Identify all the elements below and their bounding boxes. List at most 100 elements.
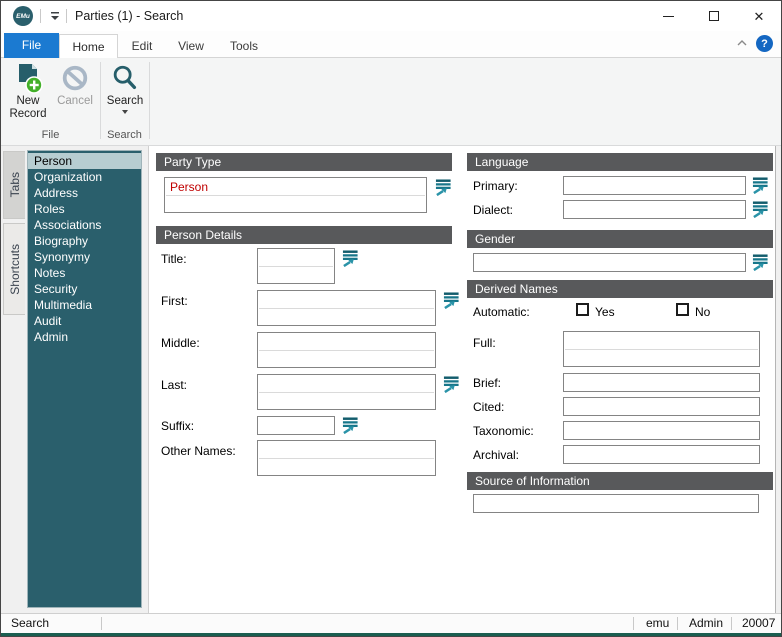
gender-input[interactable] xyxy=(473,253,746,272)
sidebar-item-notes[interactable]: Notes xyxy=(28,265,141,281)
archival-input[interactable] xyxy=(563,445,760,464)
status-port: 20007 xyxy=(742,614,775,633)
suffix-lookup-icon[interactable] xyxy=(342,417,359,434)
cited-input[interactable] xyxy=(563,397,760,416)
status-group: Admin xyxy=(689,614,723,633)
maximize-button[interactable] xyxy=(691,1,737,31)
gender-lookup-icon[interactable] xyxy=(752,254,769,271)
sidebar-item-synonymy[interactable]: Synonymy xyxy=(28,249,141,265)
search-form: Party Type Person Person Details Title: … xyxy=(148,146,776,613)
vertical-tab-shortcuts[interactable]: Shortcuts xyxy=(3,223,25,315)
sidebar-item-security[interactable]: Security xyxy=(28,281,141,297)
brief-label: Brief: xyxy=(473,376,501,390)
other-names-label: Other Names: xyxy=(161,444,236,458)
middle-label: Middle: xyxy=(161,336,200,350)
title-bar: EMu Parties (1) - Search ✕ xyxy=(1,1,781,31)
sidebar-item-person[interactable]: Person xyxy=(28,153,141,169)
archival-label: Archival: xyxy=(473,448,519,462)
party-type-input[interactable]: Person xyxy=(164,177,427,213)
sidebar-item-organization[interactable]: Organization xyxy=(28,169,141,185)
dialect-lookup-icon[interactable] xyxy=(752,201,769,218)
taxonomic-label: Taxonomic: xyxy=(473,424,534,438)
section-header-source: Source of Information xyxy=(467,472,773,490)
title-input[interactable] xyxy=(257,248,335,284)
sidebar-item-audit[interactable]: Audit xyxy=(28,313,141,329)
tab-edit[interactable]: Edit xyxy=(118,34,166,58)
cancel-icon xyxy=(60,61,90,95)
source-input[interactable] xyxy=(473,494,759,513)
sidebar-item-address[interactable]: Address xyxy=(28,185,141,201)
brief-input[interactable] xyxy=(563,373,760,392)
close-button[interactable]: ✕ xyxy=(736,1,782,31)
automatic-no-checkbox[interactable] xyxy=(676,303,689,316)
party-type-lookup-icon[interactable] xyxy=(435,179,452,196)
minimize-icon xyxy=(663,16,674,17)
sidebar-item-roles[interactable]: Roles xyxy=(28,201,141,217)
collapse-ribbon-icon[interactable] xyxy=(737,40,747,46)
last-lookup-icon[interactable] xyxy=(443,376,460,393)
main-area: Tabs Shortcuts Person Organization Addre… xyxy=(1,146,781,613)
tab-file[interactable]: File xyxy=(4,33,59,58)
cancel-button[interactable]: Cancel xyxy=(53,61,97,129)
titlebar-divider xyxy=(40,9,41,23)
close-icon: ✕ xyxy=(754,10,765,23)
primary-lookup-icon[interactable] xyxy=(752,177,769,194)
sidebar-item-admin[interactable]: Admin xyxy=(28,329,141,345)
title-label: Title: xyxy=(161,252,187,266)
group-divider xyxy=(149,62,150,139)
section-header-person-details: Person Details xyxy=(156,226,452,244)
titlebar-divider xyxy=(66,9,67,23)
help-button[interactable]: ? xyxy=(756,35,773,52)
minimize-button[interactable] xyxy=(645,1,691,31)
search-button[interactable]: Search xyxy=(103,61,147,129)
sidebar-item-biography[interactable]: Biography xyxy=(28,233,141,249)
full-input[interactable] xyxy=(563,331,760,367)
automatic-label: Automatic: xyxy=(473,305,530,319)
first-input[interactable] xyxy=(257,290,436,326)
search-icon xyxy=(110,61,140,95)
vertical-tab-tabs-label: Tabs xyxy=(8,172,22,197)
automatic-no-label: No xyxy=(695,305,710,319)
sidebar-item-multimedia[interactable]: Multimedia xyxy=(28,297,141,313)
suffix-label: Suffix: xyxy=(161,419,194,433)
group-label-search: Search xyxy=(100,129,149,143)
first-lookup-icon[interactable] xyxy=(443,292,460,309)
quick-access-dropdown-icon[interactable] xyxy=(48,10,62,22)
search-dropdown-icon[interactable] xyxy=(122,110,128,114)
dialect-label: Dialect: xyxy=(473,203,513,217)
title-lookup-icon[interactable] xyxy=(342,250,359,267)
middle-input[interactable] xyxy=(257,332,436,368)
search-label: Search xyxy=(103,95,147,108)
section-header-derived-names: Derived Names xyxy=(467,280,773,298)
new-record-button[interactable]: New Record xyxy=(3,61,53,129)
ribbon-tab-bar: File Home Edit View Tools ? xyxy=(1,31,781,58)
tab-view[interactable]: View xyxy=(166,34,216,58)
primary-input[interactable] xyxy=(563,176,746,195)
last-input[interactable] xyxy=(257,374,436,410)
cancel-label: Cancel xyxy=(53,95,97,108)
vertical-tab-tabs[interactable]: Tabs xyxy=(3,151,25,219)
last-label: Last: xyxy=(161,378,187,392)
sidebar-item-associations[interactable]: Associations xyxy=(28,217,141,233)
suffix-input[interactable] xyxy=(257,416,335,435)
status-mode: Search xyxy=(11,614,49,633)
status-bar: Search emu Admin 20007 xyxy=(1,613,781,633)
tab-home[interactable]: Home xyxy=(59,34,118,59)
section-header-gender: Gender xyxy=(467,230,773,248)
dialect-input[interactable] xyxy=(563,200,746,219)
emu-logo-icon: EMu xyxy=(13,6,33,26)
window-title: Parties (1) - Search xyxy=(75,1,183,31)
taxonomic-input[interactable] xyxy=(563,421,760,440)
full-label: Full: xyxy=(473,336,496,350)
section-header-language: Language xyxy=(467,153,773,171)
app-window: EMu Parties (1) - Search ✕ File Home Edi… xyxy=(0,0,782,637)
automatic-yes-checkbox[interactable] xyxy=(576,303,589,316)
other-names-input[interactable] xyxy=(257,440,436,476)
group-label-file: File xyxy=(1,129,100,143)
automatic-yes-label: Yes xyxy=(595,305,615,319)
status-user: emu xyxy=(646,614,669,633)
module-tab-list: Person Organization Address Roles Associ… xyxy=(27,150,142,608)
status-divider xyxy=(101,617,102,630)
tab-tools[interactable]: Tools xyxy=(216,34,272,58)
status-divider xyxy=(633,617,634,630)
